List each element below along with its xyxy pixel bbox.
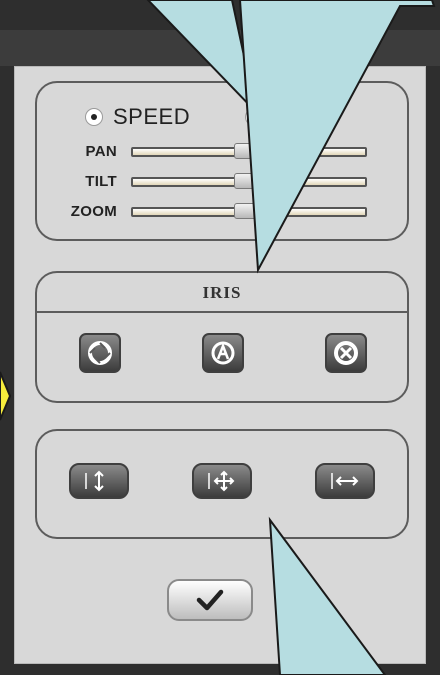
iris-group: IRIS bbox=[35, 271, 409, 403]
iris-auto-icon bbox=[211, 341, 235, 365]
control-panel: SPEED S PAN TILT ZOOM IRIS bbox=[14, 66, 426, 664]
speed-radio-option[interactable]: SPEED bbox=[85, 99, 190, 135]
title-bar bbox=[0, 30, 440, 66]
iris-close-icon bbox=[334, 341, 358, 365]
zoom-label: ZOOM bbox=[70, 203, 117, 220]
tilt-label: TILT bbox=[85, 173, 117, 190]
horizontal-arrows-icon bbox=[331, 473, 359, 489]
iris-open-button[interactable] bbox=[79, 333, 121, 373]
iris-title: IRIS bbox=[37, 273, 407, 313]
horizontal-move-button[interactable] bbox=[315, 463, 375, 499]
zoom-slider-row: ZOOM bbox=[37, 201, 407, 223]
tilt-slider-row: TILT bbox=[37, 171, 407, 193]
pan-slider-thumb[interactable] bbox=[234, 143, 264, 159]
step-label: S bbox=[273, 104, 289, 129]
speed-radio[interactable] bbox=[85, 108, 103, 126]
pan-slider-row: PAN bbox=[37, 141, 407, 163]
free-move-button[interactable] bbox=[192, 463, 252, 499]
iris-open-icon bbox=[88, 341, 112, 365]
ptz-control-window: SPEED S PAN TILT ZOOM IRIS bbox=[0, 0, 440, 675]
step-radio-option[interactable]: S bbox=[245, 99, 288, 135]
vertical-move-button[interactable] bbox=[69, 463, 129, 499]
zoom-slider[interactable] bbox=[131, 203, 367, 219]
checkmark-icon bbox=[196, 589, 224, 611]
confirm-button[interactable] bbox=[167, 579, 253, 621]
vertical-arrows-icon bbox=[85, 470, 104, 492]
zoom-slider-thumb[interactable] bbox=[234, 203, 264, 219]
direction-group bbox=[35, 429, 409, 539]
step-radio[interactable] bbox=[245, 108, 263, 126]
four-way-arrows-icon bbox=[208, 470, 235, 492]
pan-slider[interactable] bbox=[131, 143, 367, 159]
tilt-slider[interactable] bbox=[131, 173, 367, 189]
speed-group: SPEED S PAN TILT ZOOM bbox=[35, 81, 409, 241]
iris-auto-button[interactable] bbox=[202, 333, 244, 373]
tilt-slider-thumb[interactable] bbox=[234, 173, 264, 189]
speed-label: SPEED bbox=[113, 104, 191, 129]
iris-close-button[interactable] bbox=[325, 333, 367, 373]
pan-label: PAN bbox=[85, 143, 117, 160]
